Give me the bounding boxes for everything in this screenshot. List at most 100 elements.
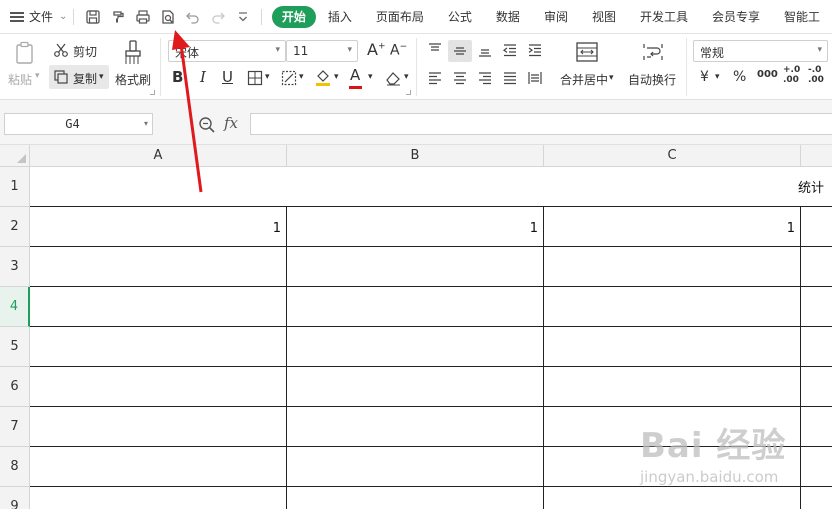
paste-label[interactable]: 粘贴 (8, 71, 32, 88)
cell-b7[interactable] (287, 407, 544, 447)
increase-font-size-icon[interactable]: A+ (367, 40, 386, 59)
cell-a8[interactable] (30, 447, 287, 487)
row-header-4[interactable]: 4 (0, 287, 30, 327)
format-painter-icon[interactable] (105, 0, 130, 34)
tab-home[interactable]: 开始 (271, 5, 316, 28)
increase-decimal-button[interactable]: +.0 .00 (783, 65, 800, 85)
tab-membership[interactable]: 会员专享 (700, 6, 772, 28)
fill-color-icon[interactable] (313, 67, 333, 87)
decrease-indent-icon[interactable] (500, 40, 520, 60)
merged-cell-row1[interactable]: 统计 (30, 167, 832, 207)
row-header-1[interactable]: 1 (0, 167, 30, 207)
chevron-down-icon[interactable]: ▾ (35, 71, 40, 81)
cell-d5[interactable] (801, 327, 832, 367)
thousands-separator-button[interactable]: 000 (757, 69, 778, 80)
justify-icon[interactable] (500, 68, 520, 88)
cell-c3[interactable] (544, 247, 801, 287)
merge-center-button[interactable]: 合并居中 (560, 71, 608, 88)
cell-d3[interactable] (801, 247, 832, 287)
paintbrush-icon[interactable] (122, 39, 144, 67)
column-header-b[interactable]: B (287, 145, 544, 167)
cell-c4[interactable] (544, 287, 801, 327)
decrease-font-size-icon[interactable]: A− (390, 42, 407, 59)
cell-style-icon[interactable] (279, 69, 299, 87)
tab-developer[interactable]: 开发工具 (628, 6, 700, 28)
cell-a4[interactable] (30, 287, 287, 327)
name-box[interactable]: G4 ▾ (4, 113, 153, 135)
tab-data[interactable]: 数据 (484, 6, 532, 28)
tab-review[interactable]: 审阅 (532, 6, 580, 28)
chevron-down-icon[interactable]: ▾ (404, 72, 409, 82)
bold-button[interactable]: B (172, 68, 183, 86)
wrap-text-button[interactable]: 自动换行 (628, 71, 676, 88)
increase-indent-icon[interactable] (525, 40, 545, 60)
zoom-icon[interactable] (198, 116, 216, 137)
group-launcher-icon[interactable] (406, 90, 411, 95)
chevron-down-icon[interactable]: ▾ (609, 73, 614, 83)
print-icon[interactable] (130, 0, 155, 34)
underline-button[interactable]: U (222, 68, 233, 86)
format-painter-button[interactable]: 格式刷 (115, 71, 151, 88)
cell-b2[interactable]: 1 (287, 207, 544, 247)
row-header-3[interactable]: 3 (0, 247, 30, 287)
chevron-down-icon[interactable]: ▾ (99, 72, 104, 82)
undo-icon[interactable] (180, 0, 205, 34)
align-right-icon[interactable] (475, 68, 495, 88)
column-header-a[interactable]: A (30, 145, 287, 167)
cell-a9[interactable] (30, 487, 287, 509)
cell-a7[interactable] (30, 407, 287, 447)
tab-view[interactable]: 视图 (580, 6, 628, 28)
number-format-select[interactable]: 常规 ▾ (693, 40, 828, 62)
cell-a2[interactable]: 1 (30, 207, 287, 247)
distributed-align-icon[interactable] (525, 68, 545, 88)
customize-chevron-icon[interactable] (230, 0, 255, 34)
insert-function-button[interactable]: fx (224, 114, 238, 132)
cell-c5[interactable] (544, 327, 801, 367)
cell-d6[interactable] (801, 367, 832, 407)
cut-button[interactable]: 剪切 (73, 43, 97, 60)
scissors-icon[interactable] (52, 41, 70, 59)
cell-c2[interactable]: 1 (544, 207, 801, 247)
font-name-select[interactable]: 宋体 ▾ (168, 40, 286, 62)
align-center-icon[interactable] (450, 68, 470, 88)
cell-d4[interactable] (801, 287, 832, 327)
currency-button[interactable]: ¥ (700, 69, 709, 85)
tab-insert[interactable]: 插入 (316, 6, 364, 28)
redo-icon[interactable] (205, 0, 230, 34)
column-header-d[interactable] (801, 145, 832, 167)
cell-b8[interactable] (287, 447, 544, 487)
font-color-button[interactable]: A (350, 66, 360, 84)
group-launcher-icon[interactable] (150, 90, 155, 95)
chevron-down-icon[interactable]: ▾ (368, 72, 373, 82)
row-header-8[interactable]: 8 (0, 447, 30, 487)
cell-c6[interactable] (544, 367, 801, 407)
tab-smart-tools[interactable]: 智能工 (772, 6, 832, 28)
chevron-down-icon[interactable]: ▾ (334, 72, 339, 82)
cell-d2[interactable] (801, 207, 832, 247)
print-preview-icon[interactable] (155, 0, 180, 34)
cell-b3[interactable] (287, 247, 544, 287)
cell-b4[interactable] (287, 287, 544, 327)
align-top-icon[interactable] (425, 40, 445, 60)
wrap-text-icon[interactable] (640, 40, 666, 64)
borders-icon[interactable] (245, 69, 265, 87)
file-menu[interactable]: 文件 ⌄ (0, 0, 69, 34)
align-left-icon[interactable] (425, 68, 445, 88)
percent-button[interactable]: % (733, 69, 746, 85)
merge-cells-icon[interactable] (574, 40, 600, 64)
decrease-decimal-button[interactable]: -.0 .00 (808, 65, 824, 85)
row-header-7[interactable]: 7 (0, 407, 30, 447)
cell-b6[interactable] (287, 367, 544, 407)
eraser-icon[interactable] (383, 69, 403, 87)
save-icon[interactable] (80, 0, 105, 34)
formula-input[interactable] (250, 113, 832, 135)
cell-a3[interactable] (30, 247, 287, 287)
font-size-select[interactable]: 11 ▾ (286, 40, 358, 62)
tab-formulas[interactable]: 公式 (436, 6, 484, 28)
paste-icon[interactable] (12, 40, 38, 66)
cell-a5[interactable] (30, 327, 287, 367)
chevron-down-icon[interactable]: ▾ (299, 72, 304, 82)
column-header-c[interactable]: C (544, 145, 801, 167)
row-header-6[interactable]: 6 (0, 367, 30, 407)
row-header-2[interactable]: 2 (0, 207, 30, 247)
